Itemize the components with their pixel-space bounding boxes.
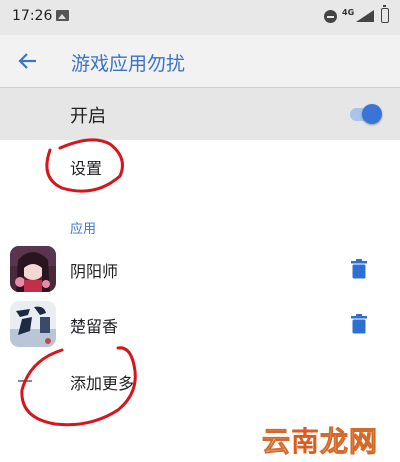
- trash-icon[interactable]: [350, 314, 368, 334]
- main-switch-toggle[interactable]: [362, 104, 382, 124]
- watermark-char: 云: [261, 425, 292, 459]
- main-switch-label: 开启: [70, 106, 106, 127]
- settings-row[interactable]: 设置: [0, 140, 400, 192]
- list-item-onmyoji[interactable]: 阴阳师: [0, 243, 400, 295]
- app-name: 阴阳师: [70, 262, 119, 281]
- add-icon: [18, 380, 32, 382]
- list-item-chuliuxiang[interactable]: 楚留香: [0, 298, 400, 350]
- add-more-row[interactable]: 添加更多: [0, 355, 400, 407]
- image-notification-icon: [56, 10, 69, 21]
- status-time: 17:26: [12, 8, 53, 24]
- do-not-disturb-icon: [324, 10, 337, 23]
- watermark: 云南龙网: [261, 420, 379, 460]
- signal-icon: [356, 10, 374, 22]
- add-more-label: 添加更多: [70, 374, 135, 393]
- arrow-left-icon[interactable]: [14, 47, 42, 75]
- apps-section-header: 应用: [70, 222, 97, 237]
- settings-label: 设置: [70, 159, 103, 178]
- onmyoji-app-icon: [10, 246, 56, 292]
- trash-icon[interactable]: [350, 259, 368, 279]
- status-bar: 17:26 4G: [0, 0, 400, 35]
- chuliuxiang-app-icon: [10, 301, 56, 347]
- app-bar: 游戏应用勿扰: [0, 35, 400, 88]
- main-switch-row[interactable]: 开启: [0, 88, 400, 140]
- app-name: 楚留香: [70, 317, 119, 336]
- watermark-char: 龙网: [320, 425, 379, 459]
- watermark-char: 南: [291, 425, 321, 458]
- page-title: 游戏应用勿扰: [71, 53, 186, 75]
- battery-icon: [381, 5, 389, 23]
- network-type-label: 4G: [342, 8, 355, 17]
